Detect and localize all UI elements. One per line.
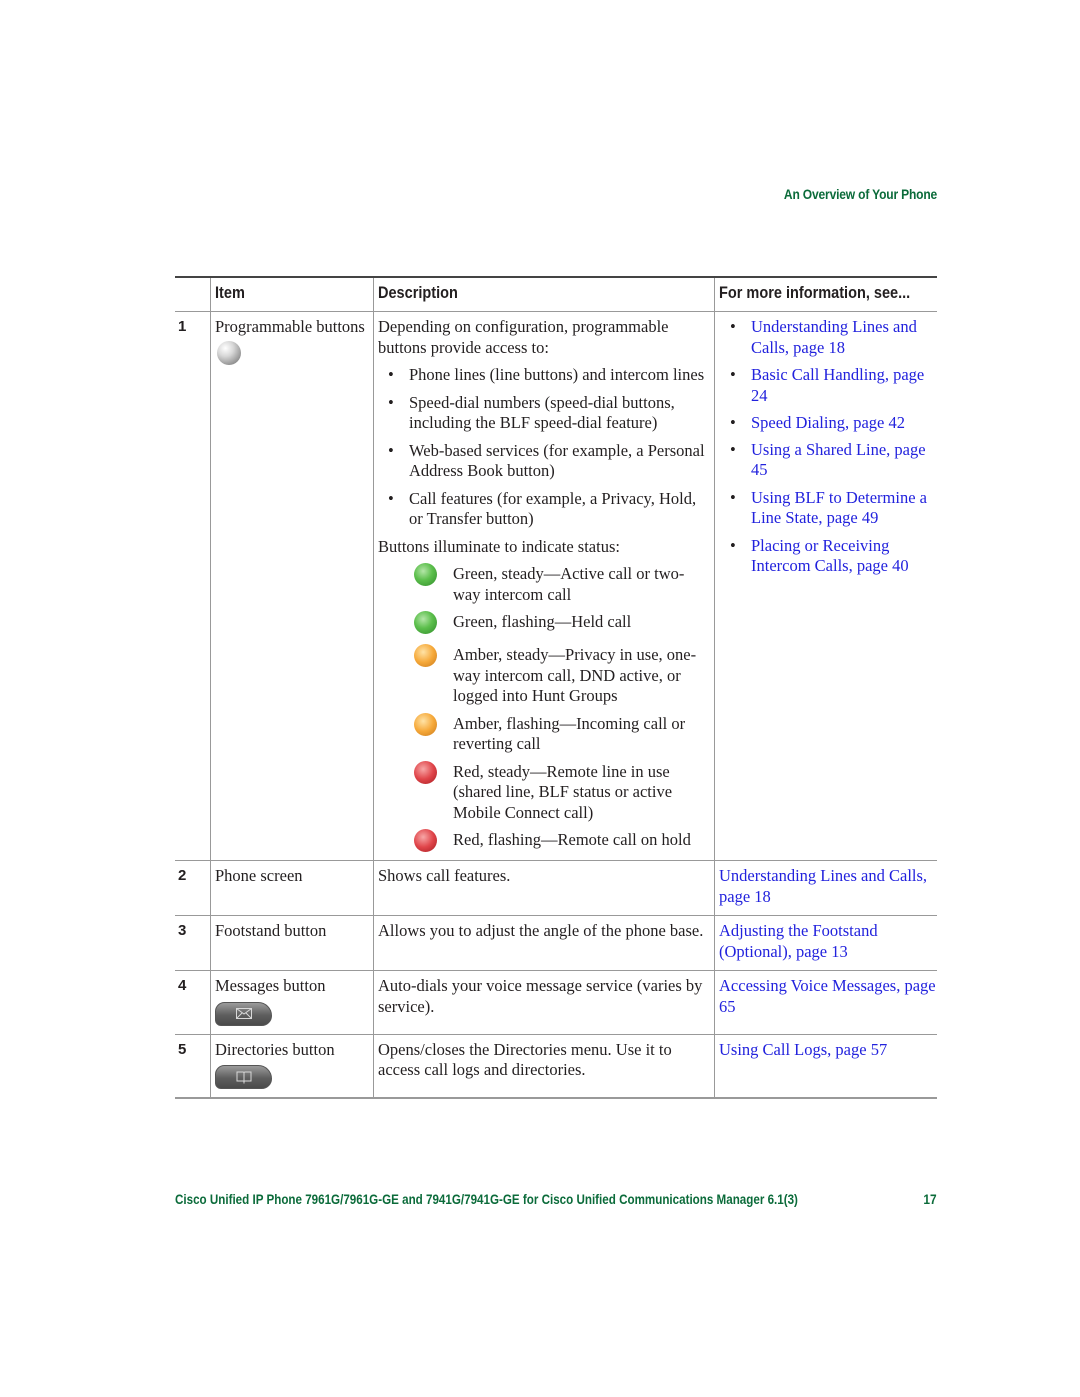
status-intro: Buttons illuminate to indicate status: [378, 536, 620, 556]
item-label: Programmable buttons [215, 317, 365, 336]
page-footer: Cisco Unified IP Phone 7961G/7961G-GE an… [175, 1191, 937, 1207]
amber-led-icon [414, 644, 437, 667]
table-header-row: Item Description For more information, s… [175, 278, 937, 312]
status-item: Green, steady—Active call or two-way int… [378, 563, 710, 605]
row-number: 1 [175, 311, 211, 861]
list-item: Phone lines (line buttons) and intercom … [378, 365, 710, 386]
directories-book-icon [215, 1065, 272, 1089]
status-item: Red, steady—Remote line in use (shared l… [378, 760, 710, 824]
more-info-link[interactable]: Basic Call Handling, page 24 [719, 365, 937, 406]
amber-led-icon [414, 712, 437, 736]
table-row: 3 Footstand button Allows you to adjust … [175, 915, 937, 971]
header-number [175, 278, 211, 312]
row-more-info: Using Call Logs, page 57 [714, 1034, 937, 1099]
row-number: 4 [175, 970, 211, 1035]
green-led-icon [414, 563, 437, 586]
list-item: Call features (for example, a Privacy, H… [378, 489, 710, 530]
row-description: Depending on configuration, programmable… [373, 311, 715, 861]
row-more-info: Understanding Lines and Calls, page 18 B… [714, 311, 937, 861]
row-more-info: Adjusting the Footstand (Optional), page… [714, 915, 937, 971]
green-led-icon [414, 611, 437, 634]
table-row: 2 Phone screen Shows call features. Unde… [175, 860, 937, 916]
row-more-info: Accessing Voice Messages, page 65 [714, 970, 937, 1035]
header-item: Item [210, 278, 374, 312]
row-more-info: Understanding Lines and Calls, page 18 [714, 860, 937, 916]
red-led-icon [414, 760, 437, 784]
header-description: Description [373, 278, 715, 312]
phone-overview-table: Item Description For more information, s… [175, 276, 937, 1099]
row-item: Directories button [210, 1034, 374, 1099]
status-item: Amber, steady—Privacy in use, one-way in… [378, 644, 710, 707]
row-description: Allows you to adjust the angle of the ph… [373, 915, 715, 971]
more-info-link[interactable]: Understanding Lines and Calls, page 18 [719, 866, 927, 906]
row-item: Footstand button [210, 915, 374, 971]
more-info-link[interactable]: Using a Shared Line, page 45 [719, 440, 937, 481]
more-info-link[interactable]: Accessing Voice Messages, page 65 [719, 976, 936, 1016]
footer-title: Cisco Unified IP Phone 7961G/7961G-GE an… [175, 1191, 798, 1207]
row-description: Opens/closes the Directories menu. Use i… [373, 1034, 715, 1099]
item-label: Messages button [215, 976, 326, 995]
row-description: Auto-dials your voice message service (v… [373, 970, 715, 1035]
status-item: Amber, flashing—Incoming call or reverti… [378, 712, 710, 755]
more-info-link[interactable]: Speed Dialing, page 42 [719, 413, 937, 434]
description-bullets: Phone lines (line buttons) and intercom … [378, 365, 710, 530]
table-row: 5 Directories button Opens/closes the Di… [175, 1034, 937, 1099]
status-list: Green, steady—Active call or two-way int… [378, 563, 710, 852]
row-item: Programmable buttons [210, 311, 374, 861]
table-row: 1 Programmable buttons Depending on conf… [175, 311, 937, 861]
row-number: 5 [175, 1034, 211, 1099]
header-more-info: For more information, see... [714, 278, 937, 312]
list-item: Web-based services (for example, a Perso… [378, 441, 710, 482]
description-intro: Depending on configuration, programmable… [378, 317, 669, 357]
more-info-link[interactable]: Using BLF to Determine a Line State, pag… [719, 488, 937, 529]
row-description: Shows call features. [373, 860, 715, 916]
messages-envelope-icon [215, 1001, 272, 1026]
red-led-icon [414, 829, 437, 852]
row-number: 3 [175, 915, 211, 971]
more-info-link[interactable]: Understanding Lines and Calls, page 18 [719, 317, 937, 358]
item-label: Directories button [215, 1039, 335, 1059]
more-info-link[interactable]: Using Call Logs, page 57 [719, 1040, 887, 1059]
programmable-button-icon [217, 340, 241, 365]
row-item: Phone screen [210, 860, 374, 916]
status-item: Green, flashing—Held call [378, 611, 710, 634]
row-item: Messages button [210, 970, 374, 1035]
more-info-link[interactable]: Adjusting the Footstand (Optional), page… [719, 921, 878, 961]
running-header: An Overview of Your Phone [783, 186, 937, 202]
status-item: Red, flashing—Remote call on hold [378, 829, 710, 852]
row-number: 2 [175, 860, 211, 916]
more-info-link[interactable]: Placing or Receiving Intercom Calls, pag… [719, 536, 937, 577]
more-info-links: Understanding Lines and Calls, page 18 B… [719, 317, 937, 577]
list-item: Speed-dial numbers (speed-dial buttons, … [378, 393, 710, 434]
page-number: 17 [923, 1191, 937, 1207]
table-row: 4 Messages button Auto-dials your voice … [175, 970, 937, 1035]
